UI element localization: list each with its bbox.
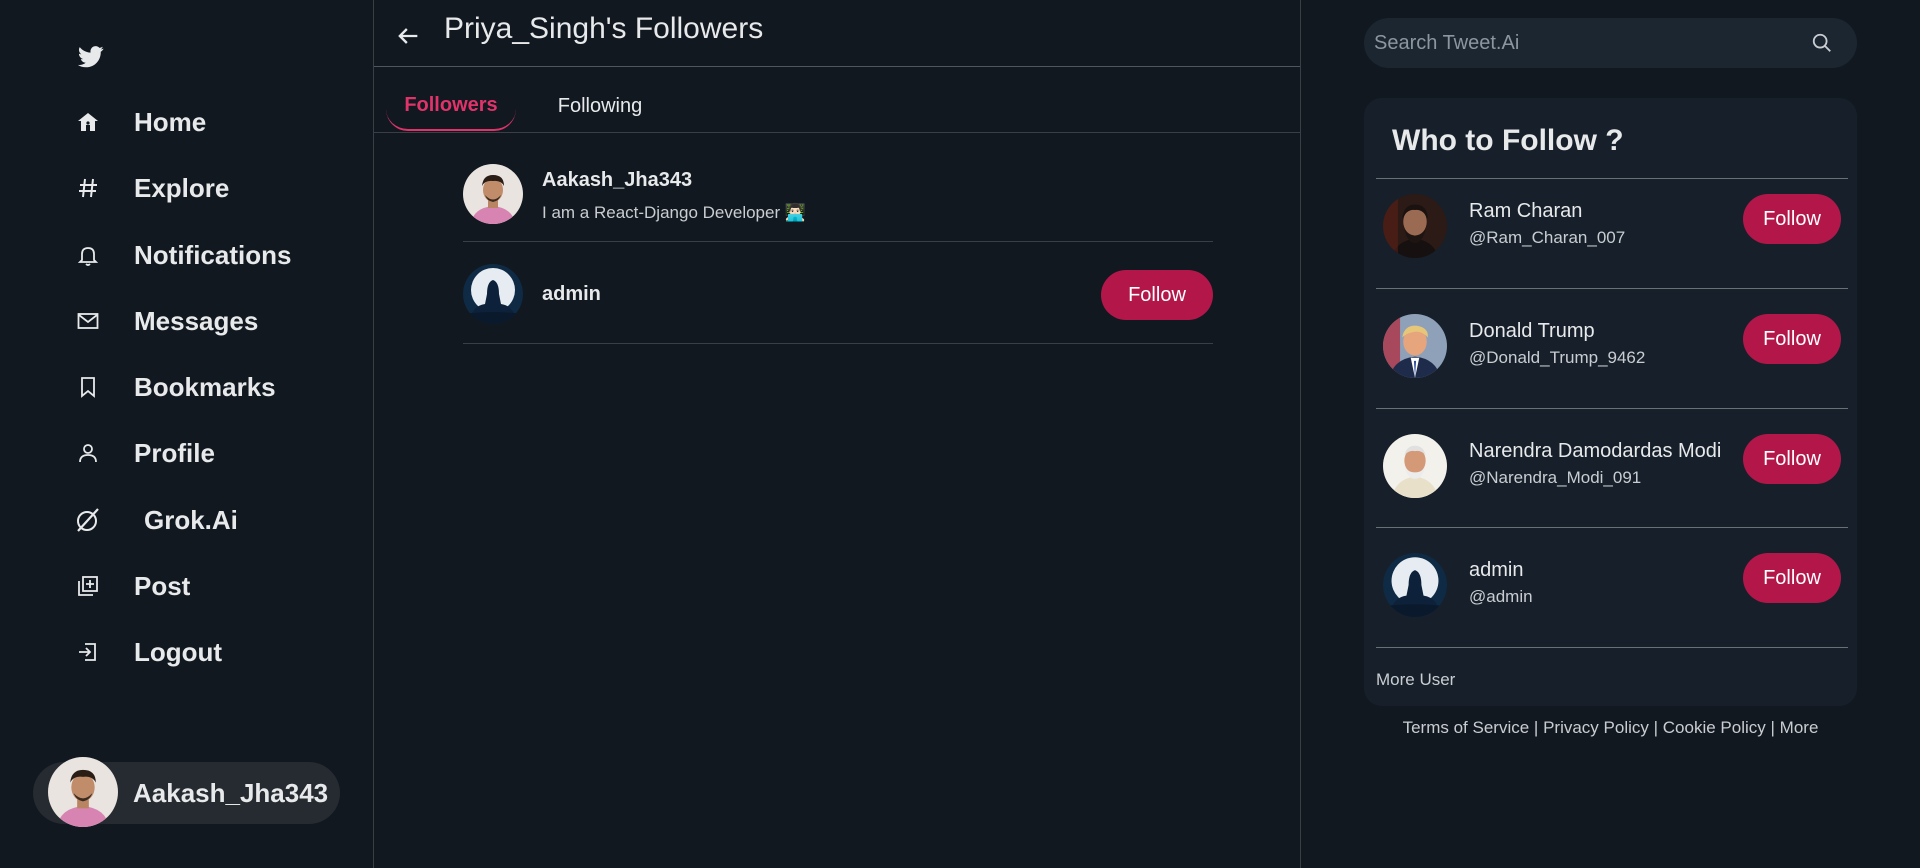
follower-bio: I am a React-Django Developer 👨🏻‍💻 bbox=[542, 203, 807, 222]
follower-name[interactable]: admin bbox=[542, 283, 601, 306]
suggested-user-avatar[interactable] bbox=[1383, 194, 1447, 258]
more-users-link[interactable]: More User bbox=[1376, 670, 1455, 690]
nav-logout[interactable]: Logout bbox=[74, 632, 222, 672]
divider bbox=[1376, 288, 1848, 289]
suggested-user-handle: @Ram_Charan_007 bbox=[1469, 228, 1626, 247]
suggested-user-avatar[interactable] bbox=[1383, 314, 1447, 378]
suggested-user-avatar[interactable] bbox=[1383, 553, 1447, 617]
divider bbox=[1376, 527, 1848, 528]
nav-grok[interactable]: Grok.Ai bbox=[74, 500, 238, 540]
search-icon[interactable] bbox=[1811, 32, 1833, 54]
suggested-user[interactable]: admin @admin Follow bbox=[1376, 537, 1848, 655]
nav-explore[interactable]: Explore bbox=[74, 168, 229, 208]
follow-button[interactable]: Follow bbox=[1743, 434, 1841, 484]
cookie-link[interactable]: Cookie Policy bbox=[1663, 718, 1766, 737]
search-input[interactable] bbox=[1374, 18, 1804, 68]
bookmark-icon bbox=[74, 373, 102, 401]
suggested-user[interactable]: Donald Trump @Donald_Trump_9462 Follow bbox=[1376, 298, 1848, 416]
follower-avatar[interactable] bbox=[463, 164, 523, 224]
nav-home[interactable]: Home bbox=[74, 102, 206, 142]
nav-bookmarks-label: Bookmarks bbox=[134, 371, 276, 402]
current-user-avatar bbox=[48, 757, 118, 827]
follow-button[interactable]: Follow bbox=[1101, 270, 1213, 320]
nav-bookmarks[interactable]: Bookmarks bbox=[74, 367, 276, 407]
nav-explore-label: Explore bbox=[134, 172, 230, 203]
nav-grok-label: Grok.Ai bbox=[144, 504, 238, 535]
terms-link[interactable]: Terms of Service bbox=[1403, 718, 1530, 737]
follow-button[interactable]: Follow bbox=[1743, 553, 1841, 603]
follower-name[interactable]: Aakash_Jha343 bbox=[542, 169, 692, 192]
footer-separator: | bbox=[1653, 718, 1659, 737]
bell-icon bbox=[74, 241, 102, 269]
nav-home-label: Home bbox=[134, 106, 207, 137]
home-icon bbox=[74, 108, 102, 136]
suggested-user-name[interactable]: Ram Charan bbox=[1469, 200, 1582, 223]
current-user-pill[interactable]: Aakash_Jha343 bbox=[33, 762, 340, 824]
left-sidebar: Home Explore Notifications Messages Book… bbox=[0, 0, 374, 868]
user-icon bbox=[74, 439, 102, 467]
divider bbox=[1376, 647, 1848, 648]
nav-post-label: Post bbox=[134, 570, 191, 601]
nav-notifications-label: Notifications bbox=[134, 239, 292, 270]
footer-separator: | bbox=[1533, 718, 1539, 737]
twitter-logo-icon[interactable] bbox=[77, 46, 104, 68]
nav-messages-label: Messages bbox=[134, 305, 259, 336]
current-user-name: Aakash_Jha343 bbox=[133, 778, 329, 808]
hashtag-icon bbox=[74, 174, 102, 202]
follower-avatar[interactable] bbox=[463, 264, 523, 324]
nav-post[interactable]: Post bbox=[74, 566, 190, 606]
more-link[interactable]: More bbox=[1780, 718, 1819, 737]
logout-icon bbox=[74, 638, 102, 666]
footer-links: Terms of Service | Privacy Policy | Cook… bbox=[1364, 718, 1857, 738]
suggested-user-handle: @Donald_Trump_9462 bbox=[1469, 348, 1646, 367]
search-bar bbox=[1364, 18, 1857, 68]
grok-icon bbox=[74, 506, 102, 534]
divider bbox=[1376, 408, 1848, 409]
envelope-icon bbox=[74, 307, 102, 335]
follower-row[interactable]: Aakash_Jha343 I am a React-Django Develo… bbox=[463, 142, 1213, 242]
suggested-user-name[interactable]: Narendra Damodardas Modi bbox=[1469, 440, 1721, 463]
nav-profile[interactable]: Profile bbox=[74, 433, 215, 473]
main-panel: Priya_Singh's Followers Followers Follow… bbox=[374, 0, 1301, 868]
nav-logout-label: Logout bbox=[134, 636, 223, 667]
nav-notifications[interactable]: Notifications bbox=[74, 235, 291, 275]
who-to-follow-card: Who to Follow ? Ram Charan @Ram_Charan_0… bbox=[1364, 98, 1857, 706]
tab-following[interactable]: Following bbox=[540, 81, 660, 131]
back-arrow-icon[interactable] bbox=[394, 22, 422, 50]
follow-button[interactable]: Follow bbox=[1743, 194, 1841, 244]
page-title: Priya_Singh's Followers bbox=[444, 12, 764, 45]
suggested-user-handle: @Narendra_Modi_091 bbox=[1469, 468, 1642, 487]
suggested-user-name[interactable]: Donald Trump bbox=[1469, 320, 1595, 343]
follow-button[interactable]: Follow bbox=[1743, 314, 1841, 364]
nav-messages[interactable]: Messages bbox=[74, 301, 258, 341]
suggested-user-name[interactable]: admin bbox=[1469, 559, 1523, 582]
page-header: Priya_Singh's Followers bbox=[374, 0, 1300, 67]
nav-profile-label: Profile bbox=[134, 437, 215, 468]
privacy-link[interactable]: Privacy Policy bbox=[1543, 718, 1649, 737]
suggested-user-handle: @admin bbox=[1469, 587, 1533, 606]
add-post-icon bbox=[74, 572, 102, 600]
suggested-user-avatar[interactable] bbox=[1383, 434, 1447, 498]
tab-followers[interactable]: Followers bbox=[386, 81, 516, 131]
follower-row[interactable]: admin Follow bbox=[463, 244, 1213, 344]
footer-separator: | bbox=[1770, 718, 1775, 737]
suggested-user[interactable]: Ram Charan @Ram_Charan_007 Follow bbox=[1376, 178, 1848, 296]
who-to-follow-title: Who to Follow ? bbox=[1392, 124, 1624, 157]
follow-tabs: Followers Following bbox=[374, 67, 1300, 133]
suggested-user[interactable]: Narendra Damodardas Modi @Narendra_Modi_… bbox=[1376, 418, 1848, 536]
